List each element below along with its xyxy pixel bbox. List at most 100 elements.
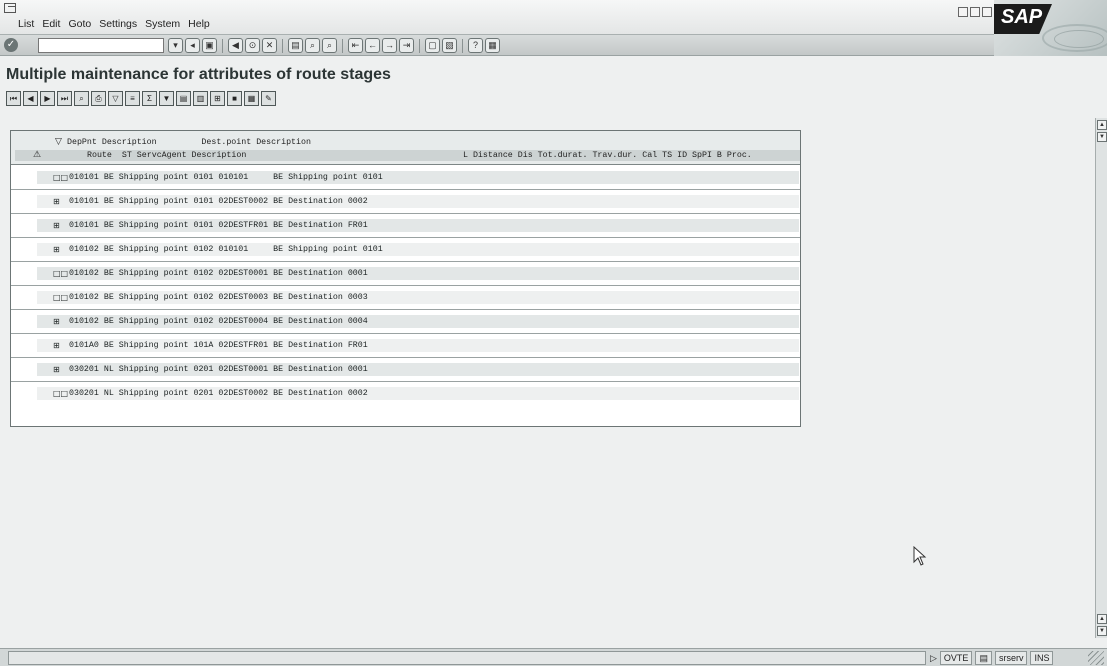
row-text: 010101 BE Shipping point 0101 02DESTFR01… [69,221,368,230]
scroll-up-icon[interactable]: ▲ [1097,120,1107,130]
list-item[interactable]: ⊞ 010101 BE Shipping point 0101 02DEST000… [11,190,800,214]
save-icon[interactable]: ▣ [202,38,217,53]
scroll-page-up-icon[interactable]: ▼ [1097,132,1107,142]
scroll-page-down-icon[interactable]: ▲ [1097,614,1107,624]
transaction-code: OVTE [939,651,973,665]
enter-check-icon[interactable]: ✓ [4,38,18,52]
filter-header-icon[interactable]: ▽ [55,137,62,147]
status-expand-icon[interactable]: ▷ [930,653,937,664]
list-item[interactable]: ⊞ 030201 NL Shipping point 0201 02DEST000… [11,358,800,382]
first-page-icon[interactable]: ⇤ [348,38,363,53]
exit-icon[interactable]: ⊙ [245,38,260,53]
system-info-icon[interactable]: ▤ [975,651,992,665]
row-status-icon: □□ [53,269,69,278]
next-record-icon[interactable]: ▶ [40,91,55,106]
row-text: 010102 BE Shipping point 0102 02DEST0001… [69,269,368,278]
dropdown-arrow-icon[interactable]: ▾ [168,38,183,53]
row-text: 010101 BE Shipping point 0101 010101 BE … [69,173,383,182]
menu-system[interactable]: System [145,18,180,30]
header-line-2-right: L Distance Dis Tot.durat. Trav.dur. Cal … [463,151,752,160]
previous-record-icon[interactable]: ◀ [23,91,38,106]
previous-page-icon[interactable]: ← [365,38,380,53]
mouse-cursor-icon [913,546,927,566]
export-icon[interactable]: ▤ [176,91,191,106]
details-icon[interactable]: ⌕ [74,91,89,106]
row-status-icon: ⊞ [53,317,60,326]
list-item[interactable]: ⊞ 010102 BE Shipping point 0102 02DEST000… [11,310,800,334]
help-icon[interactable]: ? [468,38,483,53]
mark-icon[interactable]: ■ [227,91,242,106]
list-item[interactable]: □□ 010102 BE Shipping point 0102 02DEST00… [11,262,800,286]
sum-icon[interactable]: Σ [142,91,157,106]
server-name: srserv [994,651,1028,665]
header-line-1: DepPnt Description Dest.point Descriptio… [67,138,311,147]
resize-grip[interactable] [1088,651,1104,665]
application-toolbar: ⏮ ◀ ▶ ⏭ ⌕ ⎙ ▽ ≡ Σ ▼ ▤ ▥ ⊞ ■ ▦ ✎ [6,91,276,106]
window-controls [958,7,992,17]
window-menu-icon[interactable] [4,3,16,13]
layout-icon[interactable]: ⊞ [210,91,225,106]
row-status-icon: □□ [53,293,69,302]
menu-edit[interactable]: Edit [42,18,60,30]
minimize-icon[interactable] [958,7,968,17]
edit-icon[interactable]: ✎ [261,91,276,106]
last-record-icon[interactable]: ⏭ [57,91,72,106]
print-preview-icon[interactable]: ⎙ [91,91,106,106]
shortcut-icon[interactable]: ▧ [442,38,457,53]
command-field[interactable] [38,38,164,53]
page-title: Multiple maintenance for attributes of r… [6,66,391,83]
sort-icon[interactable]: ≡ [125,91,140,106]
set-filter-icon[interactable]: ▼ [159,91,174,106]
find-next-icon[interactable]: ⌕ [322,38,337,53]
header-line-2-left: Route ST ServcAgent Description [87,151,247,160]
row-status-icon: ⊞ [53,197,60,206]
next-page-icon[interactable]: → [382,38,397,53]
menu-goto[interactable]: Goto [68,18,91,30]
row-text: 030201 NL Shipping point 0201 02DEST0001… [69,365,368,374]
menu-settings[interactable]: Settings [99,18,137,30]
row-status-icon: ⊞ [53,245,60,254]
list-item[interactable]: □□ 010102 BE Shipping point 0102 02DEST00… [11,286,800,310]
filter-icon[interactable]: ▽ [108,91,123,106]
close-icon[interactable] [982,7,992,17]
system-toolbar-icons: ▾ ◂ ▣ ◀ ⊙ ✕ ▤ ⌕ ⌕ ⇤ ← → ⇥ ▢ ▧ ? ▦ [168,38,500,53]
create-session-icon[interactable]: ▢ [425,38,440,53]
last-page-icon[interactable]: ⇥ [399,38,414,53]
status-bar: ▷ OVTE ▤ srserv INS [0,648,1107,666]
row-text: 010102 BE Shipping point 0102 010101 BE … [69,245,383,254]
row-status-icon: ⊞ [53,341,60,350]
list-item[interactable]: ⊞ 0101A0 BE Shipping point 101A 02DESTFR0… [11,334,800,358]
graphic-icon[interactable]: ▥ [193,91,208,106]
maximize-icon[interactable] [970,7,980,17]
menu-list[interactable]: List [18,18,34,30]
cancel-icon[interactable]: ✕ [262,38,277,53]
find-icon[interactable]: ⌕ [305,38,320,53]
list-item[interactable]: □□ 010101 BE Shipping point 0101 010101 B… [11,166,800,190]
command-input[interactable] [41,39,151,52]
row-status-icon: □□ [53,173,69,182]
print-icon[interactable]: ▤ [288,38,303,53]
list-item[interactable]: ⊞ 010102 BE Shipping point 0102 010101 BE… [11,238,800,262]
first-record-icon[interactable]: ⏮ [6,91,21,106]
menu-items: List Edit Goto Settings System Help [18,18,210,30]
row-text: 010102 BE Shipping point 0102 02DEST0004… [69,317,368,326]
list-header: ▽ DepPnt Description Dest.point Descript… [11,131,800,165]
list-item[interactable]: ⊞ 010101 BE Shipping point 0101 02DESTFR0… [11,214,800,238]
insert-mode: INS [1030,651,1054,665]
back-arrow-icon[interactable]: ◂ [185,38,200,53]
sap-logo: SAP [994,0,1107,56]
menu-help[interactable]: Help [188,18,210,30]
status-message [8,651,926,665]
row-text: 010101 BE Shipping point 0101 02DEST0002… [69,197,368,206]
back-icon[interactable]: ◀ [228,38,243,53]
header-line-2: ⚠ Route ST ServcAgent Description L Dist… [15,150,800,161]
scroll-down-icon[interactable]: ▼ [1097,626,1107,636]
vertical-scrollbar[interactable]: ▲ ▼ ▲ ▼ [1095,118,1107,638]
row-status-icon: ⊞ [53,221,60,230]
select-all-icon[interactable]: ▦ [244,91,259,106]
row-text: 010102 BE Shipping point 0102 02DEST0003… [69,293,368,302]
route-stages-list: ▽ DepPnt Description Dest.point Descript… [10,130,801,427]
list-item[interactable]: □□ 030201 NL Shipping point 0201 02DEST00… [11,382,800,406]
layout-menu-icon[interactable]: ▦ [485,38,500,53]
sap-logo-text: SAP [1001,6,1043,28]
